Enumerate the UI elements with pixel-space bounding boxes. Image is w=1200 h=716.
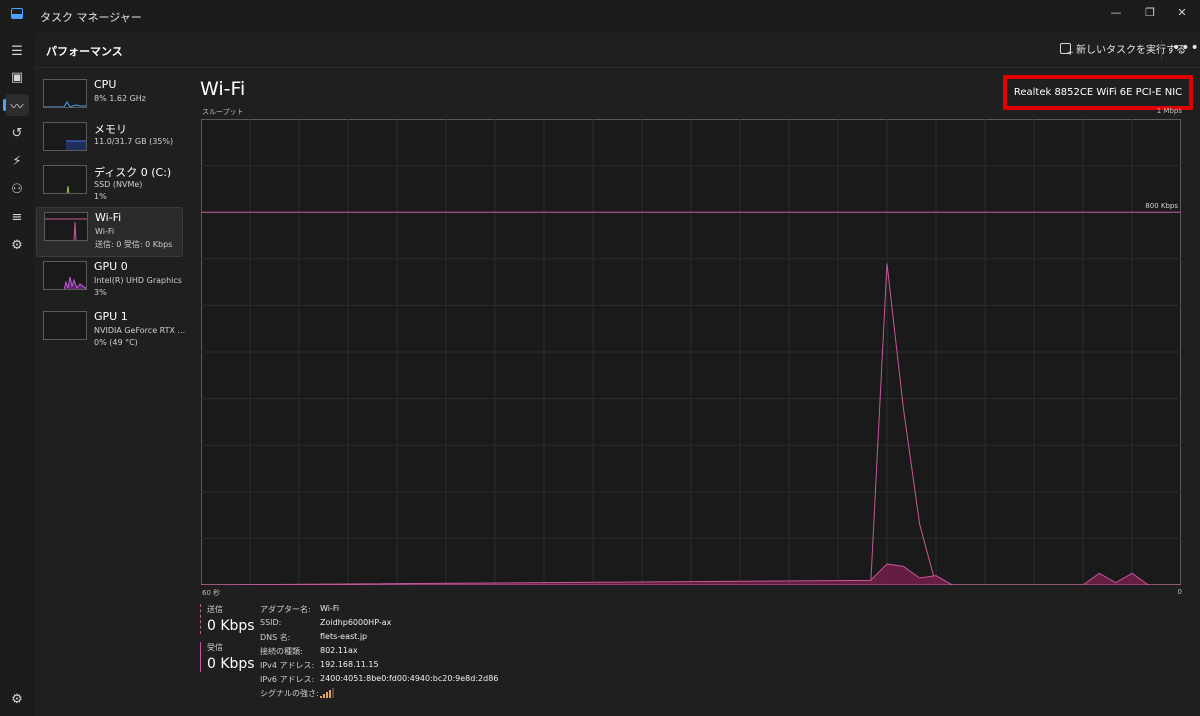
page-title: パフォーマンス bbox=[46, 45, 123, 58]
minimize-button[interactable]: — bbox=[1098, 0, 1134, 24]
gpu0-thumbnail bbox=[43, 261, 87, 290]
device-name: Wi-Fi bbox=[95, 211, 122, 224]
details-icon[interactable]: ≡ bbox=[5, 206, 29, 228]
property-value: 192.168.11.15 bbox=[320, 660, 379, 669]
close-button[interactable]: ✕ bbox=[1164, 0, 1200, 24]
device-usage: 3% bbox=[94, 288, 107, 297]
run-new-task-label: 新しいタスクを実行する bbox=[1076, 45, 1186, 56]
property-key: IPv4 アドレス: bbox=[260, 661, 315, 670]
users-icon[interactable]: ⚇ bbox=[5, 178, 29, 200]
property-row: IPv4 アドレス: 192.168.11.15 bbox=[260, 660, 560, 674]
device-usage: 1% bbox=[94, 192, 107, 201]
memory-thumbnail bbox=[43, 122, 87, 151]
device-item-wifi[interactable]: Wi-Fi Wi-Fi 送信: 0 受信: 0 Kbps bbox=[36, 207, 183, 257]
property-row: 接続の種類: 802.11ax bbox=[260, 646, 560, 660]
property-key: シグナルの強さ: bbox=[260, 689, 319, 698]
device-name: メモリ bbox=[94, 123, 127, 136]
gpu1-thumbnail bbox=[43, 311, 87, 340]
property-value: flets-east.jp bbox=[320, 632, 368, 641]
property-key: SSID: bbox=[260, 618, 282, 627]
property-key: 接続の種類: bbox=[260, 647, 303, 656]
page-header: パフォーマンス 新しいタスクを実行する ••• bbox=[34, 32, 1200, 68]
performance-icon[interactable]: 〰 bbox=[3, 94, 29, 116]
device-item-gpu0[interactable]: GPU 0 Intel(R) UHD Graphics 3% bbox=[36, 257, 183, 307]
hamburger-icon[interactable]: ☰ bbox=[5, 40, 29, 62]
signal-bar bbox=[323, 694, 325, 698]
main-pane: パフォーマンス 新しいタスクを実行する ••• CPU 8% 1.62 GHz … bbox=[34, 32, 1200, 716]
more-options-button[interactable]: ••• bbox=[1172, 40, 1200, 56]
settings-icon[interactable]: ⚙ bbox=[5, 688, 29, 710]
throughput-max-label: 1 Mbps bbox=[1156, 107, 1182, 115]
signal-strength-icon bbox=[320, 688, 334, 700]
device-name: GPU 0 bbox=[94, 260, 128, 273]
run-new-task-button[interactable]: 新しいタスクを実行する bbox=[1060, 41, 1186, 58]
send-stat: 送信 0 Kbps bbox=[200, 604, 255, 634]
device-item-gpu1[interactable]: GPU 1 NVIDIA GeForce RTX ... 0% (49 °C) bbox=[36, 307, 186, 357]
signal-bar bbox=[320, 696, 322, 698]
recv-stat: 受信 0 Kbps bbox=[200, 642, 255, 672]
property-row: SSID: Zoidhp6000HP-ax bbox=[260, 618, 560, 632]
startup-icon[interactable]: ⚡ bbox=[5, 150, 29, 172]
device-detail: 8% 1.62 GHz bbox=[94, 94, 147, 103]
device-name: ディスク 0 (C:) bbox=[94, 166, 172, 179]
signal-bar bbox=[326, 692, 328, 698]
send-value: 0 Kbps bbox=[207, 618, 255, 634]
disk-thumbnail bbox=[43, 165, 87, 194]
device-name: CPU bbox=[94, 78, 117, 91]
wifi-thumbnail bbox=[44, 212, 88, 241]
property-value: 2400:4051:8be0:fd00:4940:bc20:9e8d:2d86 bbox=[320, 674, 499, 683]
property-key: IPv6 アドレス: bbox=[260, 675, 315, 684]
signal-bar bbox=[332, 688, 334, 698]
app-history-icon[interactable]: ↺ bbox=[5, 122, 29, 144]
services-icon[interactable]: ⚙ bbox=[5, 234, 29, 256]
send-label: 送信 bbox=[207, 605, 223, 614]
cpu-thumbnail bbox=[43, 79, 87, 108]
processes-icon[interactable]: ▣ bbox=[5, 66, 29, 88]
adapter-name: Realtek 8852CE WiFi 6E PCI-E NIC bbox=[1013, 87, 1183, 98]
property-value: Wi-Fi bbox=[320, 604, 340, 613]
device-item-disk[interactable]: ディスク 0 (C:) SSD (NVMe) 1% bbox=[36, 161, 183, 211]
header-divider bbox=[1161, 40, 1162, 60]
throughput-label: スループット bbox=[202, 108, 244, 116]
device-detail: 11.0/31.7 GB (35%) bbox=[94, 137, 174, 146]
property-key: アダプター名: bbox=[260, 605, 311, 614]
device-throughput: 送信: 0 受信: 0 Kbps bbox=[95, 240, 173, 249]
x-axis-left-label: 60 秒 bbox=[202, 589, 221, 597]
device-usage: 0% (49 °C) bbox=[94, 338, 138, 347]
nav-rail: ☰ ▣ 〰 ↺ ⚡ ⚇ ≡ ⚙ ⚙ bbox=[0, 32, 34, 716]
property-row: アダプター名: Wi-Fi bbox=[260, 604, 560, 618]
recv-label: 受信 bbox=[207, 643, 223, 652]
property-value: Zoidhp6000HP-ax bbox=[320, 618, 392, 627]
adapter-properties: アダプター名: Wi-Fi SSID: Zoidhp6000HP-ax DNS 名:… bbox=[260, 604, 560, 702]
signal-bar bbox=[329, 690, 331, 698]
task-manager-app-icon bbox=[11, 8, 23, 19]
new-task-icon bbox=[1060, 43, 1074, 58]
property-row: DNS 名: flets-east.jp bbox=[260, 632, 560, 646]
maximize-button[interactable]: ❐ bbox=[1132, 0, 1168, 24]
window-title: タスク マネージャー bbox=[40, 11, 142, 24]
property-value: 802.11ax bbox=[320, 646, 358, 655]
device-name: GPU 1 bbox=[94, 310, 128, 323]
device-detail: SSD (NVMe) bbox=[94, 180, 143, 189]
content-title: Wi-Fi bbox=[200, 78, 246, 100]
device-detail: Intel(R) UHD Graphics bbox=[94, 276, 182, 285]
property-key: DNS 名: bbox=[260, 633, 291, 642]
throughput-graph: 800 Kbps bbox=[201, 119, 1181, 585]
recv-value: 0 Kbps bbox=[207, 656, 255, 672]
title-bar: タスク マネージャー — ❐ ✕ bbox=[0, 0, 1200, 32]
adapter-highlight: Realtek 8852CE WiFi 6E PCI-E NIC bbox=[1003, 75, 1193, 110]
property-row: IPv6 アドレス: 2400:4051:8be0:fd00:4940:bc20:… bbox=[260, 674, 560, 688]
reference-line-label: 800 Kbps bbox=[1145, 202, 1178, 210]
device-detail: Wi-Fi bbox=[95, 227, 115, 236]
property-row: シグナルの強さ: bbox=[260, 688, 560, 702]
x-axis-right-label: 0 bbox=[1177, 588, 1182, 596]
device-detail: NVIDIA GeForce RTX ... bbox=[94, 326, 186, 335]
